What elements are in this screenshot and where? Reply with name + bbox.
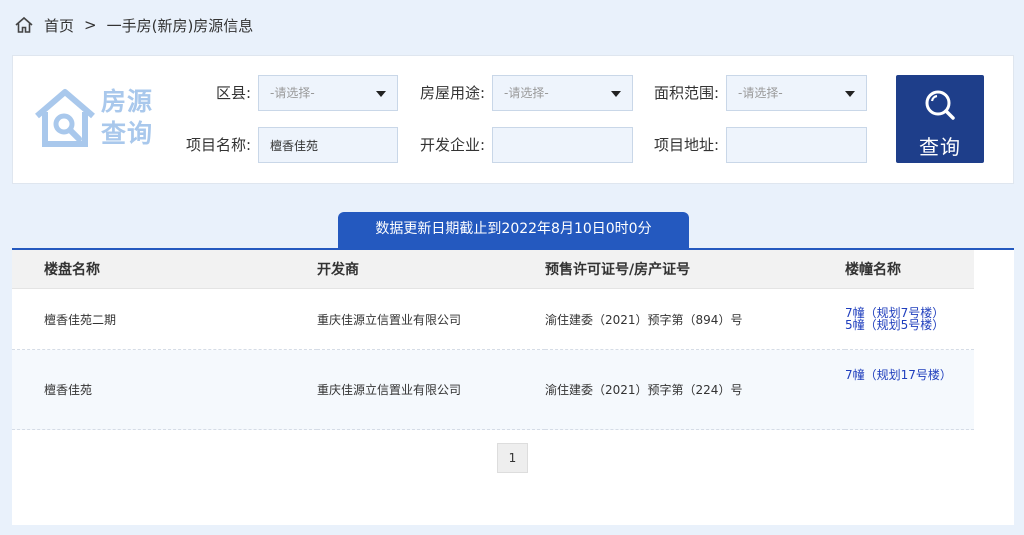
header-developer: 开发商 xyxy=(317,250,545,289)
usage-label: 房屋用途: xyxy=(419,84,485,102)
cell-name: 檀香佳苑 xyxy=(12,349,317,430)
table-row: 檀香佳苑二期 重庆佳源立信置业有限公司 渝住建委（2021）预字第（894）号 … xyxy=(12,288,974,350)
house-search-logo: 房源 查询 xyxy=(33,86,173,150)
area-select[interactable]: -请选择- xyxy=(726,75,867,111)
breadcrumb: 首页 > 一手房(新房)房源信息 xyxy=(14,14,253,36)
breadcrumb-home-link[interactable]: 首页 xyxy=(44,15,74,36)
cell-buildings: 7幢（规划7号楼） 5幢（规划5号楼） xyxy=(845,288,974,350)
home-icon[interactable] xyxy=(14,15,34,35)
address-input[interactable] xyxy=(726,127,867,163)
header-building-name: 楼盘名称 xyxy=(12,250,317,289)
developer-input[interactable] xyxy=(492,127,633,163)
usage-select[interactable]: -请选择- xyxy=(492,75,633,111)
project-label: 项目名称: xyxy=(185,136,251,154)
cell-permit: 渝住建委（2021）预字第（224）号 xyxy=(545,349,845,430)
header-permit: 预售许可证号/房产证号 xyxy=(545,250,845,289)
logo-line1: 房源 xyxy=(101,87,154,116)
area-select-value: -请选择- xyxy=(738,86,783,100)
developer-label: 开发企业: xyxy=(419,136,485,154)
district-select[interactable]: -请选择- xyxy=(258,75,398,111)
house-search-logo-icon xyxy=(35,89,95,147)
search-panel: 房源 查询 区县: -请选择- 房屋用途: -请选择- 面积范围: -请选择- … xyxy=(12,55,1014,184)
page-1-button[interactable]: 1 xyxy=(497,443,528,473)
update-date-tab: 数据更新日期截止到2022年8月10日0时0分 xyxy=(338,212,689,249)
cell-developer: 重庆佳源立信置业有限公司 xyxy=(317,349,545,430)
building-link[interactable]: 5幢（规划5号楼） xyxy=(845,319,974,331)
header-buildings: 楼幢名称 xyxy=(845,250,974,289)
address-label: 项目地址: xyxy=(653,136,719,154)
district-label: 区县: xyxy=(215,84,251,102)
project-name-input[interactable] xyxy=(258,127,398,163)
chevron-down-icon xyxy=(611,91,621,97)
cell-permit: 渝住建委（2021）预字第（894）号 xyxy=(545,288,845,350)
usage-select-value: -请选择- xyxy=(504,86,549,100)
results-table: 楼盘名称 开发商 预售许可证号/房产证号 楼幢名称 檀香佳苑二期 重庆佳源立信置… xyxy=(12,250,974,430)
logo-text: 房源 查询 xyxy=(101,86,171,150)
breadcrumb-current: 一手房(新房)房源信息 xyxy=(106,16,254,35)
search-button[interactable]: 查询 xyxy=(896,75,984,163)
logo-line2: 查询 xyxy=(101,119,154,148)
table-row: 檀香佳苑 重庆佳源立信置业有限公司 渝住建委（2021）预字第（224）号 7幢… xyxy=(12,349,974,430)
results-panel: 楼盘名称 开发商 预售许可证号/房产证号 楼幢名称 檀香佳苑二期 重庆佳源立信置… xyxy=(12,250,1014,525)
cell-buildings: 7幢（规划17号楼） xyxy=(845,349,974,430)
building-link[interactable]: 7幢（规划17号楼） xyxy=(845,369,974,381)
area-label: 面积范围: xyxy=(653,84,719,102)
search-icon xyxy=(925,90,955,120)
chevron-down-icon xyxy=(845,91,855,97)
table-header-row: 楼盘名称 开发商 预售许可证号/房产证号 楼幢名称 xyxy=(12,250,974,289)
district-select-value: -请选择- xyxy=(270,86,315,100)
search-button-label: 查询 xyxy=(919,135,961,159)
breadcrumb-separator: > xyxy=(84,16,97,34)
cell-developer: 重庆佳源立信置业有限公司 xyxy=(317,288,545,350)
cell-name: 檀香佳苑二期 xyxy=(12,288,317,350)
chevron-down-icon xyxy=(376,91,386,97)
